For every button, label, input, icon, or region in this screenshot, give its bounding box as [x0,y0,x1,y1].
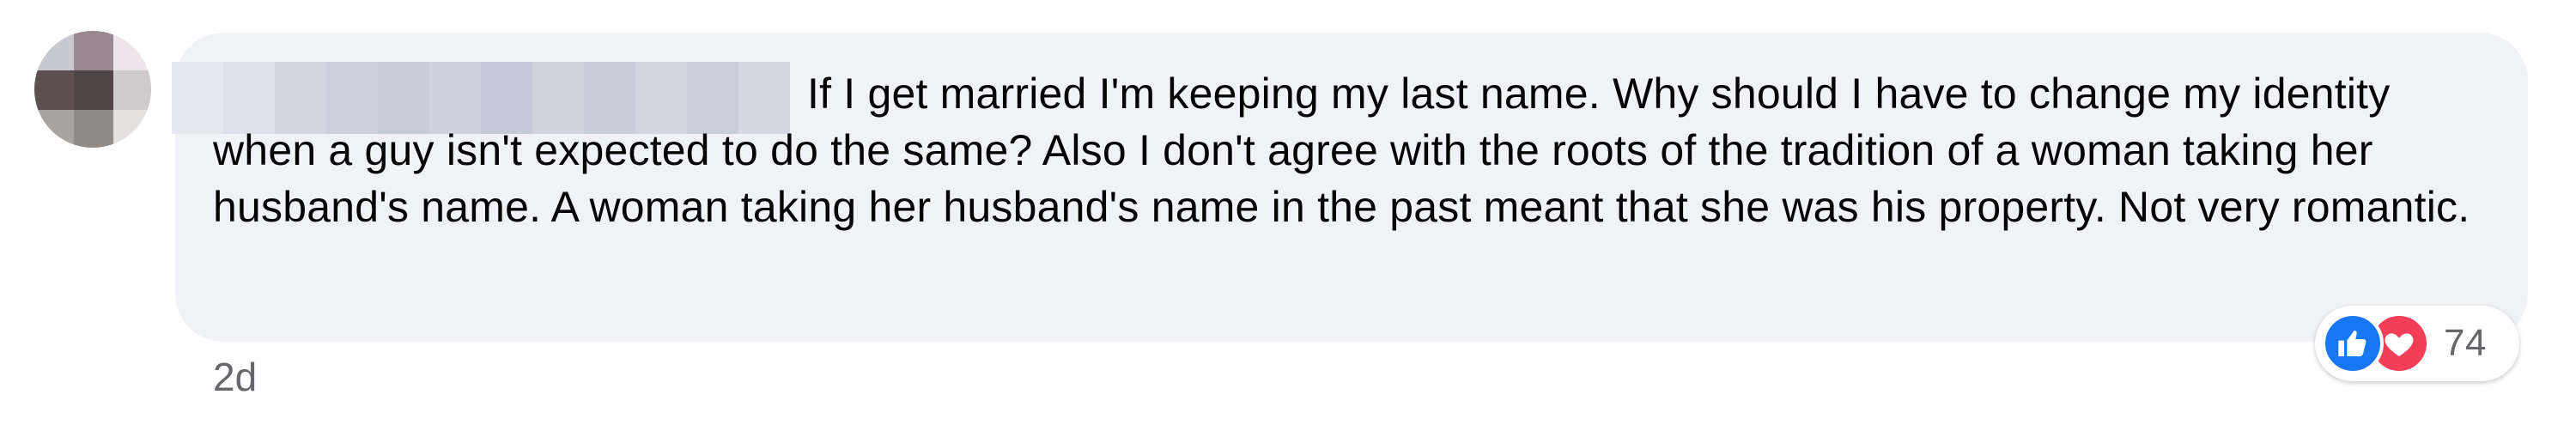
avatar-pixel [113,110,151,148]
avatar-pixel [74,70,113,110]
like-icon [2322,313,2384,374]
comment-timestamp[interactable]: 2d [213,354,257,400]
avatar-pixel [113,31,151,70]
reaction-count: 74 [2444,322,2487,364]
avatar-pixel [74,31,113,70]
avatar-pixel [113,70,151,110]
avatar-pixel [34,110,74,148]
avatar-pixel [34,31,74,70]
avatar-pixel [34,70,74,110]
avatar[interactable] [34,31,151,148]
reactions-summary[interactable]: 74 [2315,306,2519,381]
avatar-pixel [74,110,113,148]
comment-text: If I get married I'm keeping my last nam… [213,70,2470,231]
comment-container: If I get married I'm keeping my last nam… [0,0,2576,437]
